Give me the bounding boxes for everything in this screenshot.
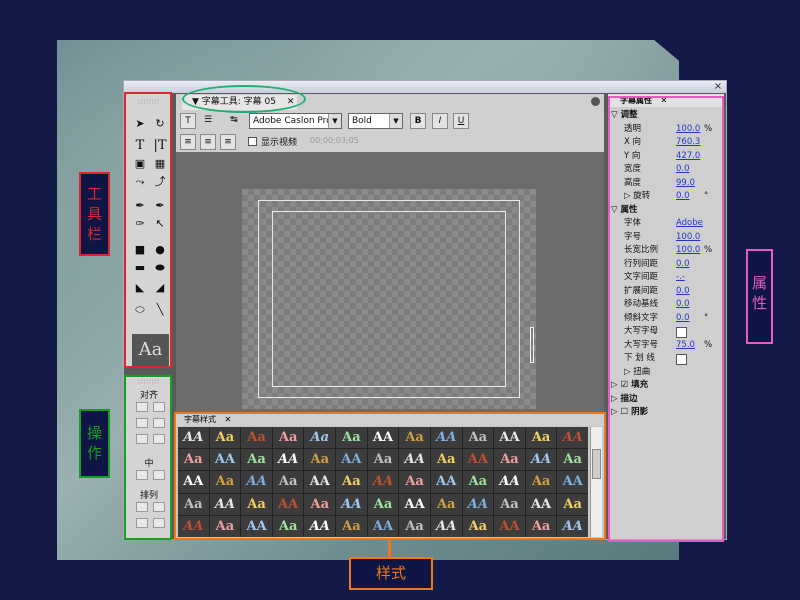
title-canvas[interactable]: [242, 189, 536, 409]
underline-button[interactable]: U: [453, 113, 469, 129]
titler-toolbar-2: ≡ ≡ ≡ 显示视频 00;00;03;05: [176, 132, 604, 152]
actions-annotation: 操 作: [79, 409, 110, 478]
font-family-value: Adobe Caslon Pro: [253, 116, 332, 126]
properties-annotation: 属 性: [746, 249, 773, 344]
timecode[interactable]: 00;00;03;05: [310, 136, 359, 145]
titler-panel: ▼ 字幕工具: 字幕 05 ✕ T ☰ ↹ Adobe Caslon Pro ▼…: [176, 94, 604, 412]
toolbar-highlight: [124, 92, 172, 368]
italic-button[interactable]: I: [432, 113, 448, 129]
window-close-button[interactable]: ×: [713, 81, 723, 92]
actions-highlight: [124, 375, 172, 540]
font-style-select[interactable]: Bold ▼: [348, 113, 403, 129]
title-safe-guide: [272, 211, 506, 387]
align-center-text-icon[interactable]: ≡: [200, 134, 216, 150]
align-right-text-icon[interactable]: ≡: [220, 134, 236, 150]
new-title-icon[interactable]: T: [180, 113, 196, 129]
align-left-text-icon[interactable]: ≡: [180, 134, 196, 150]
chevron-down-icon: ▼: [328, 114, 341, 128]
toolbar-annotation: 工 具 栏: [79, 172, 110, 256]
styles-connector: [388, 540, 391, 558]
font-family-select[interactable]: Adobe Caslon Pro ▼: [249, 113, 342, 129]
canvas-scroll-handle[interactable]: [530, 327, 534, 363]
styles-annotation: 样式: [349, 557, 433, 590]
show-video-label: 显示视频: [261, 138, 298, 148]
styles-highlight: [174, 412, 606, 540]
chevron-down-icon: ▼: [389, 114, 402, 128]
properties-highlight: [608, 96, 724, 542]
title-tab-highlight-ellipse: [182, 85, 306, 113]
panel-menu-icon[interactable]: [591, 97, 600, 106]
bold-button[interactable]: B: [410, 113, 426, 129]
roll-crawl-icon[interactable]: ☰: [200, 113, 216, 129]
tab-stops-icon[interactable]: ↹: [226, 113, 242, 129]
titler-toolbar: T ☰ ↹ Adobe Caslon Pro ▼ Bold ▼ B I U: [176, 110, 604, 132]
font-style-value: Bold: [352, 116, 372, 126]
show-video-checkbox[interactable]: [248, 137, 257, 146]
